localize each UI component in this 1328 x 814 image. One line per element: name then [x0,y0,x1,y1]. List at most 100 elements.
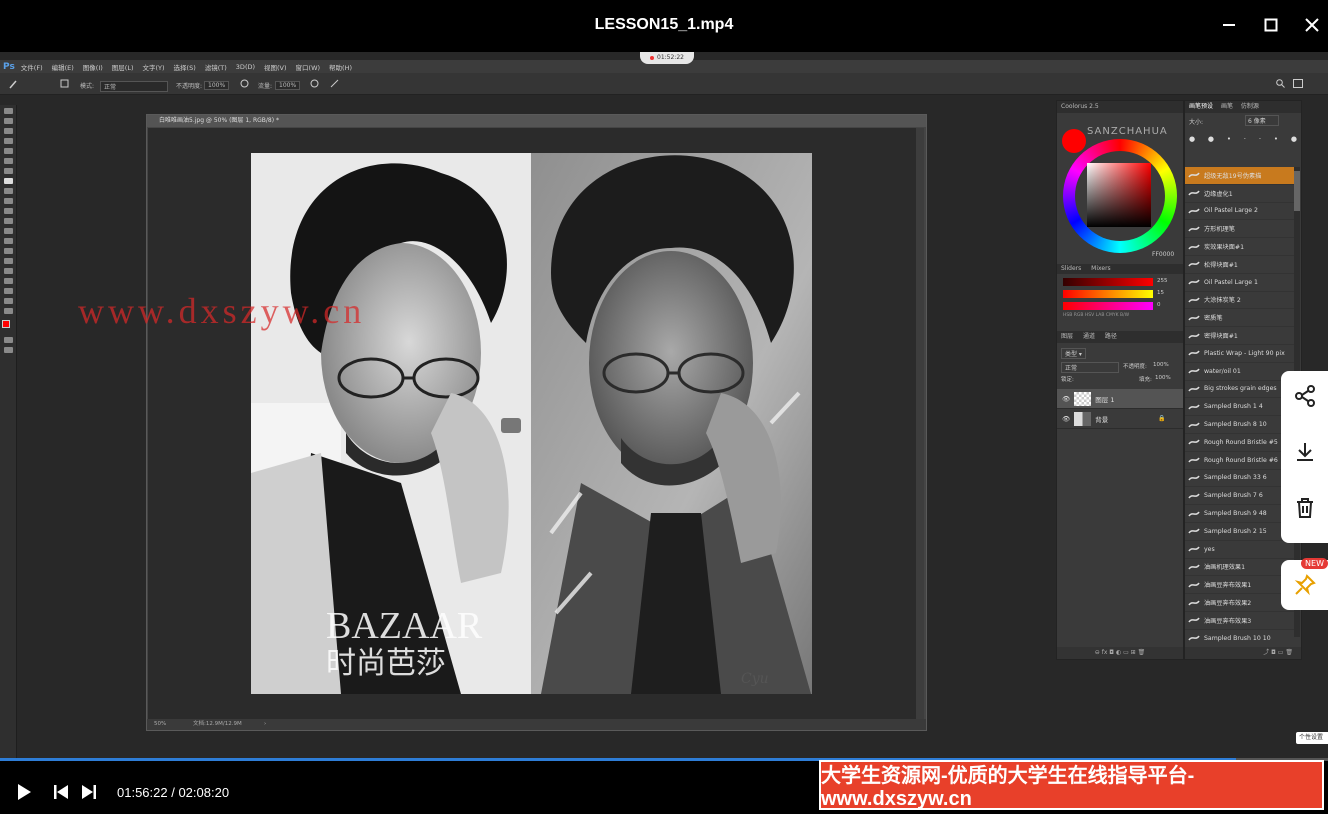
brush-preset-item[interactable]: Big strokes grain edges [1185,381,1295,399]
brush-preset-item[interactable]: Sampled Brush 9 48 [1185,505,1295,523]
menu-edit[interactable]: 编辑(E) [52,62,74,72]
brush-preset-item[interactable]: 油画豆奔布效果1 [1185,576,1295,595]
brush-tip-icon[interactable]: ● [1189,135,1195,147]
lasso-tool-icon[interactable] [4,128,13,134]
brush-preset-item[interactable]: Rough Round Bristle #5 [1185,434,1295,452]
brush-tool-icon[interactable] [8,79,18,89]
green-slider[interactable] [1063,290,1153,298]
menu-file[interactable]: 文件(F) [21,62,43,72]
brush-preset-item[interactable]: Sampled Brush 33 6 [1185,470,1295,488]
menu-view[interactable]: 视图(V) [264,62,287,72]
brush-preset-item[interactable]: Sampled Brush 8 10 [1185,416,1295,434]
blue-slider[interactable] [1063,302,1153,310]
tab-channels[interactable]: 通道 [1083,333,1095,340]
tab-layers[interactable]: 图层 [1061,333,1073,340]
blur-tool-icon[interactable] [4,228,13,234]
play-button[interactable] [16,783,32,805]
video-frame[interactable]: Ps 文件(F) 编辑(E) 图像(I) 图层(L) 文字(Y) 选择(S) 滤… [0,52,1328,758]
brush-preset-item[interactable]: 密得块面#1 [1185,327,1295,345]
red-slider[interactable] [1063,278,1153,286]
color-swatches[interactable] [2,320,16,334]
shape-tool-icon[interactable] [4,278,13,284]
brush-preset-item[interactable]: Sampled Brush 10 10 [1185,630,1295,648]
layer-row[interactable]: 👁 背景 🔒 [1057,409,1183,429]
canvas-scrollbar[interactable] [916,128,924,719]
maximize-button[interactable] [1256,10,1286,40]
brush-preset-item[interactable]: Sampled Brush 7 6 [1185,487,1295,506]
brush-panel-toggle-icon[interactable] [60,79,69,88]
brush-tip-icon[interactable]: · [1244,135,1246,147]
brush-preset-item[interactable]: Rough Round Bristle #6 [1185,452,1295,470]
current-color-swatch[interactable] [1062,129,1086,153]
eraser-tool-icon[interactable] [4,208,13,214]
brush-footer-icons[interactable]: ⤴ ◘ ▭ 🗑 [1185,647,1301,659]
menu-type[interactable]: 文字(Y) [143,62,165,72]
color-triangle[interactable] [1087,163,1151,227]
download-button[interactable] [1281,427,1328,477]
visibility-eye-icon[interactable]: 👁 [1062,415,1070,423]
menu-3d[interactable]: 3D(D) [236,63,255,71]
foreground-color-swatch[interactable] [2,320,10,328]
mode-select[interactable]: 正常 [100,81,168,92]
brush-preset-item[interactable]: 密质笔 [1185,309,1295,328]
zoom-level[interactable]: 50% [154,719,166,730]
path-select-tool-icon[interactable] [4,268,13,274]
tab-clone-source[interactable]: 仿制源 [1241,103,1259,110]
brush-preset-item[interactable]: 大涂抹炭笔 2 [1185,292,1295,310]
brush-size-input[interactable]: 6 像素 [1245,115,1279,126]
fill-input[interactable]: 100% [1155,375,1171,381]
tab-brush[interactable]: 画笔 [1221,103,1233,110]
layer-name[interactable]: 图层 1 [1095,394,1114,404]
menu-layer[interactable]: 图层(L) [112,62,134,72]
brush-preset-item[interactable]: Oil Pastel Large 1 [1185,274,1295,292]
delete-button[interactable] [1281,483,1328,533]
layer-opacity-input[interactable]: 100% [1153,362,1169,368]
brush-preset-item[interactable]: 油画豆奔布效果3 [1185,612,1295,630]
tab-paths[interactable]: 路径 [1105,333,1117,340]
magic-wand-tool-icon[interactable] [4,138,13,144]
brush-preset-item[interactable]: yes [1185,541,1295,559]
brush-preset-item[interactable]: 油画豆奔布效果2 [1185,594,1295,612]
brush-preset-item[interactable]: Plastic Wrap - Light 90 pix [1185,345,1295,363]
share-button[interactable] [1281,371,1328,421]
close-button[interactable] [1297,10,1327,40]
tab-mixers[interactable]: Mixers [1091,265,1111,272]
history-brush-tool-icon[interactable] [4,198,13,204]
search-icon[interactable] [1276,79,1285,88]
visibility-eye-icon[interactable]: 👁 [1062,395,1070,403]
brush-preset-item[interactable]: 炭效果块面#1 [1185,238,1295,256]
brush-preset-item[interactable]: 超级无敌19号伪素描 [1185,167,1295,185]
airbrush-icon[interactable] [310,79,319,88]
brush-preset-item[interactable]: water/oil 01 [1185,363,1295,381]
layer-filter-select[interactable]: 类型 ▾ [1061,348,1086,359]
eyedropper-tool-icon[interactable] [4,158,13,164]
quick-mask-icon[interactable] [4,337,13,343]
brush-tip-icon[interactable]: ● [1291,135,1297,147]
brush-tip-icon[interactable]: ● [1208,135,1214,147]
coolorus-tab[interactable]: Coolorus 2.5 [1057,101,1183,113]
next-button[interactable] [81,784,97,804]
status-arrow-icon[interactable]: › [264,719,266,730]
pressure-size-icon[interactable] [330,79,339,88]
minimize-button[interactable] [1214,10,1244,40]
blend-mode-select[interactable]: 正常 [1061,362,1119,373]
hex-value[interactable]: FF0000 [1152,251,1174,258]
brush-preset-item[interactable]: Sampled Brush 2 15 [1185,523,1295,541]
tab-brush-presets[interactable]: 画笔预设 [1189,103,1213,110]
tab-sliders[interactable]: Sliders [1061,265,1081,272]
brush-preset-item[interactable]: 边缘虚化1 [1185,185,1295,203]
layer-row[interactable]: 👁 图层 1 [1057,389,1183,409]
flow-input[interactable]: 100% [275,81,301,90]
workspace-icon[interactable] [1293,79,1305,88]
zoom-tool-icon[interactable] [4,298,13,304]
brush-tip-icon[interactable]: • [1227,135,1231,147]
type-tool-icon[interactable] [4,258,13,264]
opacity-input[interactable]: 100% [204,81,230,90]
more-tools-icon[interactable] [4,308,13,314]
brush-preset-item[interactable]: Oil Pastel Large 2 [1185,203,1295,221]
marquee-tool-icon[interactable] [4,118,13,124]
dodge-tool-icon[interactable] [4,238,13,244]
brush-tip-icon[interactable]: · [1259,135,1261,147]
clone-stamp-tool-icon[interactable] [4,188,13,194]
menu-image[interactable]: 图像(I) [83,62,103,72]
